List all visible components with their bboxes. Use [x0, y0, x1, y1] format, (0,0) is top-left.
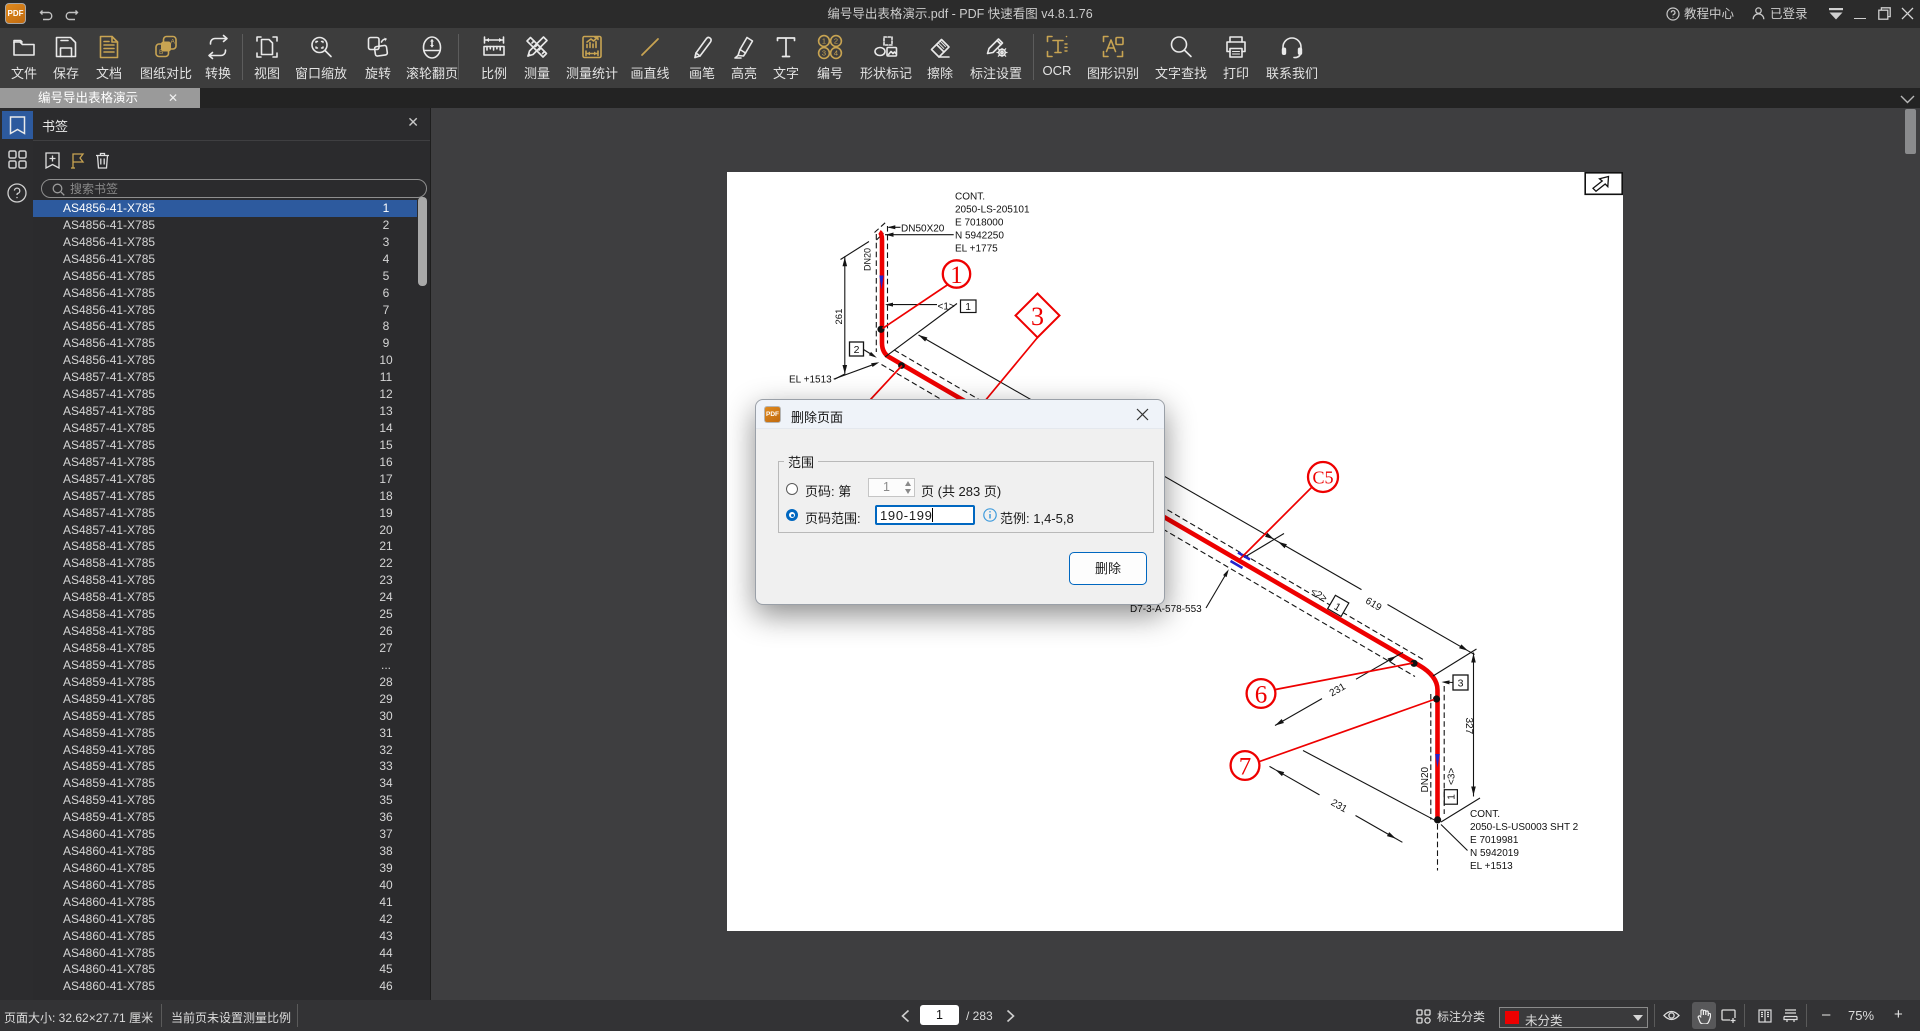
- svg-text:261: 261: [834, 309, 845, 325]
- svg-text:4: 4: [834, 49, 838, 58]
- svg-text:2: 2: [834, 37, 838, 46]
- svg-text:<1>: <1>: [938, 302, 955, 313]
- svg-text:CONT.: CONT.: [955, 192, 985, 203]
- svg-text:6: 6: [1255, 682, 1268, 709]
- svg-text:327: 327: [1463, 718, 1474, 735]
- svg-text:1: 1: [950, 262, 963, 289]
- svg-text:EL +1513: EL +1513: [1470, 861, 1513, 872]
- svg-text:A: A: [171, 39, 176, 46]
- svg-text:2050-LS-US0003 SHT 2: 2050-LS-US0003 SHT 2: [1470, 822, 1579, 833]
- svg-text:7: 7: [1239, 754, 1252, 781]
- svg-text:D7-3-A-578-553: D7-3-A-578-553: [1130, 604, 1202, 615]
- svg-text:3: 3: [1458, 678, 1464, 690]
- svg-text:CONT.: CONT.: [1470, 809, 1500, 820]
- svg-text:E 7018000: E 7018000: [955, 218, 1004, 229]
- svg-text:3: 3: [822, 49, 826, 58]
- svg-text:1: 1: [822, 37, 826, 46]
- svg-text:C5: C5: [1312, 468, 1333, 488]
- svg-text:3: 3: [1031, 302, 1044, 331]
- svg-text:<3>: <3>: [1447, 768, 1458, 785]
- svg-text:EL +1775: EL +1775: [955, 244, 998, 255]
- svg-text:2: 2: [854, 344, 860, 356]
- svg-text:DN20: DN20: [1420, 766, 1431, 792]
- svg-text:619: 619: [1363, 596, 1383, 614]
- svg-text:B: B: [159, 49, 163, 56]
- svg-text:EL +1513: EL +1513: [789, 375, 832, 386]
- svg-text:231: 231: [1329, 797, 1349, 815]
- svg-text:231: 231: [1328, 681, 1348, 699]
- svg-text:1: 1: [1446, 794, 1457, 800]
- svg-text:N 5942250: N 5942250: [955, 231, 1004, 242]
- svg-text:DN50X20: DN50X20: [901, 224, 945, 235]
- svg-text:DN20: DN20: [863, 248, 873, 271]
- svg-text:E 7019981: E 7019981: [1470, 835, 1519, 846]
- svg-text:2050-LS-205101: 2050-LS-205101: [955, 205, 1030, 216]
- svg-text:N 5942019: N 5942019: [1470, 848, 1519, 859]
- svg-text:1: 1: [965, 302, 971, 313]
